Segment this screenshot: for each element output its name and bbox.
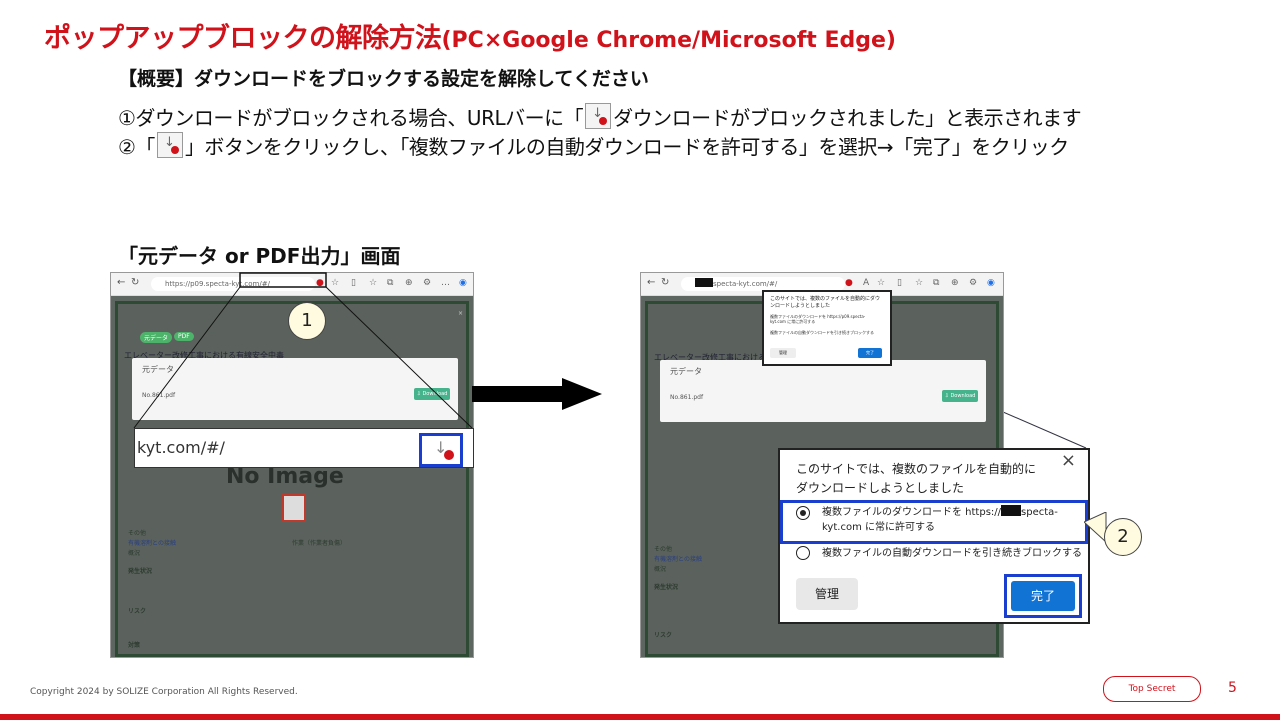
redacted-block bbox=[1001, 505, 1022, 516]
star-icon[interactable]: ☆ bbox=[877, 278, 885, 288]
callout-2: 2 bbox=[1104, 518, 1142, 556]
download-blocked-icon[interactable]: ● bbox=[845, 278, 853, 288]
download-popup: このサイトでは、複数のファイルを自動的にダウンロードしようとしました × 複数フ… bbox=[778, 448, 1090, 624]
side-item-3: 概況 bbox=[654, 566, 667, 573]
section-status: 発生状況 bbox=[654, 584, 679, 591]
section-risk: リスク bbox=[654, 632, 673, 639]
option-allow-text-a: 複数ファイルのダウンロードを https:// bbox=[822, 507, 1002, 518]
url-text: specta-kyt.com/#/ bbox=[713, 280, 778, 288]
radio-allow[interactable] bbox=[796, 506, 810, 520]
download-popup-small: このサイトでは、複数のファイルを自動的にダウンロードしようとしました 複数ファイ… bbox=[762, 290, 892, 366]
zoom-line-left bbox=[133, 286, 241, 429]
option-allow-text-b: specta- bbox=[1021, 507, 1058, 518]
right-arrow-icon bbox=[472, 378, 602, 410]
option-allow-text-c: kyt.com に常に許可する bbox=[822, 522, 935, 533]
settings-icon[interactable]: ⚙ bbox=[969, 278, 977, 288]
popup-small-option-allow[interactable]: 複数ファイルのダウンロードを https://p09.specta-kyt.co… bbox=[770, 314, 880, 324]
favorites-icon[interactable]: ☆ bbox=[915, 278, 923, 288]
close-icon[interactable]: × bbox=[1061, 450, 1076, 471]
zoomed-url-text: kyt.com/#/ bbox=[137, 438, 225, 457]
radio-block[interactable] bbox=[796, 546, 810, 560]
read-aloud-icon[interactable]: A bbox=[863, 278, 869, 288]
download-button[interactable]: ⇩ Download bbox=[942, 390, 978, 402]
popup-title: このサイトでは、複数のファイルを自動的にダウンロードしようとしました bbox=[796, 462, 1037, 495]
done-button-highlight: 完了 bbox=[1004, 574, 1082, 618]
zoom-line-right bbox=[325, 286, 473, 429]
callout-1: 1 bbox=[288, 302, 326, 340]
option-allow[interactable]: 複数ファイルのダウンロードを https:// specta-kyt.com に常… bbox=[822, 505, 1062, 535]
popup-small-option-block[interactable]: 複数ファイルの自動ダウンロードを引き続きブロックする bbox=[770, 330, 880, 335]
bottom-accent-bar bbox=[0, 714, 1280, 720]
download-modal: 元データ No.861.pdf ⇩ Download bbox=[660, 360, 986, 422]
download-blocked-icon: ↓ bbox=[434, 438, 454, 460]
redacted-block bbox=[695, 278, 713, 287]
manage-button[interactable]: 管理 bbox=[796, 578, 858, 610]
popup-small-done-button[interactable]: 完了 bbox=[858, 348, 882, 358]
copyright: Copyright 2024 by SOLIZE Corporation All… bbox=[30, 687, 298, 697]
extensions-icon[interactable]: ⊕ bbox=[951, 278, 959, 288]
collections-icon[interactable]: ⧉ bbox=[933, 278, 939, 288]
page-number: 5 bbox=[1228, 680, 1237, 696]
done-button[interactable]: 完了 bbox=[1011, 581, 1075, 611]
popup-small-manage-button[interactable]: 管理 bbox=[770, 348, 796, 358]
confidentiality-badge: Top Secret bbox=[1103, 676, 1201, 702]
edge-icon[interactable]: ◉ bbox=[987, 278, 995, 288]
side-item-1: その他 bbox=[654, 546, 673, 553]
file-name: No.861.pdf bbox=[670, 394, 704, 401]
option-block[interactable]: 複数ファイルの自動ダウンロードを引き続きブロックする bbox=[822, 546, 1082, 561]
url-bar[interactable]: specta-kyt.com/#/ bbox=[681, 277, 845, 291]
reload-icon: ↻ bbox=[661, 277, 670, 288]
url-highlight-box bbox=[239, 272, 327, 288]
zoomed-url-bar: kyt.com/#/ ↓ bbox=[134, 428, 474, 468]
blocked-icon-highlight[interactable]: ↓ bbox=[419, 433, 463, 467]
modal-title: 元データ bbox=[670, 367, 702, 376]
popup-small-title: このサイトでは、複数のファイルを自動的にダウンロードしようとしました bbox=[770, 296, 881, 309]
back-icon: ← bbox=[647, 277, 656, 288]
side-item-2[interactable]: 有機溶剤との接触 bbox=[654, 554, 702, 563]
split-icon[interactable]: ▯ bbox=[897, 278, 902, 288]
